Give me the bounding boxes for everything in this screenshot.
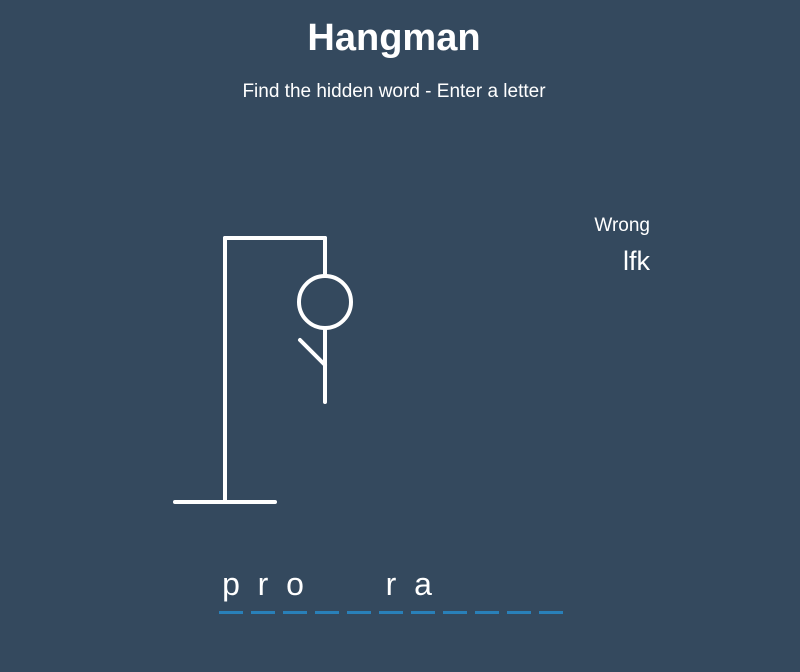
word-display: p r o r a [219, 565, 563, 614]
letter-slot [315, 565, 339, 614]
letter-slot [507, 565, 531, 614]
letter-slot: o [283, 565, 307, 614]
wrong-letters-panel: Wrong lfk [520, 215, 650, 277]
letter-slot [443, 565, 467, 614]
game-page: Hangman Find the hidden word - Enter a l… [0, 0, 800, 672]
letter-slot [475, 565, 499, 614]
letter-slot: r [251, 565, 275, 614]
letter-slot [539, 565, 563, 614]
wrong-letters: lfk [623, 246, 650, 276]
letter-slot [347, 565, 371, 614]
wrong-label: Wrong [594, 215, 650, 236]
figure-left-arm [298, 338, 327, 367]
letter-slot: p [219, 565, 243, 614]
letter-slot: a [411, 565, 435, 614]
letter-slot: r [379, 565, 403, 614]
figure-head [297, 274, 353, 330]
